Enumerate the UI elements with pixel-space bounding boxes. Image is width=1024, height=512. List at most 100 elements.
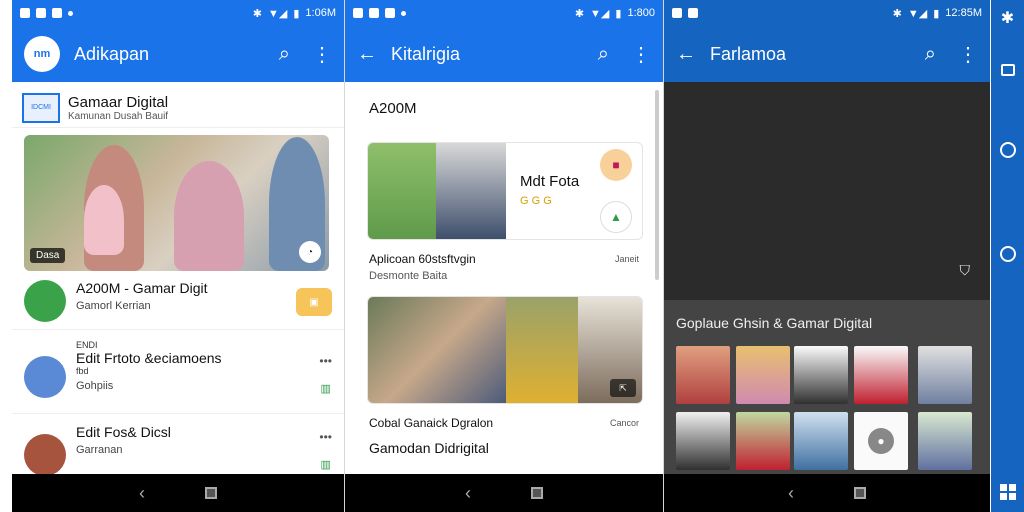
list-item-meta: fbd bbox=[76, 366, 89, 376]
app-bar: ← Kitalrigia ⌕ ⋮ bbox=[345, 26, 663, 82]
list-item-title: Edit Frtoto &eciamoens bbox=[76, 350, 222, 366]
app-title: Farlamoa bbox=[710, 43, 787, 64]
more-horiz-icon[interactable]: ••• bbox=[319, 430, 332, 444]
notification-icon bbox=[385, 8, 395, 18]
card-caption: Cobal Ganaick Dgralon bbox=[369, 416, 494, 430]
list-item-subtitle: Garranan bbox=[76, 444, 123, 456]
bluetooth-icon: ✱ bbox=[892, 7, 902, 20]
screen: ✱ ▼◢ ▮ 1:06M nm Adikapan ⌕ ⋮ IDCMI Gamaa… bbox=[0, 0, 1024, 512]
chart-icon[interactable]: ▥ bbox=[320, 458, 330, 471]
list-item-title: A200M - Gamar Digit bbox=[76, 280, 208, 296]
clock: 12:85M bbox=[945, 7, 982, 19]
signal-icon: ▼◢ bbox=[268, 7, 288, 20]
notification-icon bbox=[672, 8, 682, 18]
back-icon[interactable]: ‹ bbox=[139, 483, 145, 504]
baby-figure bbox=[84, 185, 124, 255]
header-subtitle: Kamunan Dusah Bauif bbox=[68, 110, 169, 122]
list-item[interactable]: Edit Fos& Dicsl Garranan ••• ▥ bbox=[12, 424, 344, 476]
status-bar: ✱ ▼◢ ▮ 1:06M bbox=[12, 0, 344, 26]
bluetooth-icon: ✱ bbox=[574, 7, 585, 20]
list-item-subtitle: Gohpiis bbox=[76, 380, 114, 392]
list-item[interactable]: A200M - Gamar Digit Gamorl Kerrian ▣ bbox=[12, 280, 344, 330]
notification-icon bbox=[52, 8, 62, 18]
gallery-thumb[interactable] bbox=[736, 346, 790, 404]
search-icon[interactable]: ⌕ bbox=[925, 43, 936, 66]
home-icon[interactable] bbox=[531, 487, 543, 499]
avatar bbox=[24, 280, 66, 322]
family-photo[interactable]: Dasa ◔ bbox=[24, 135, 329, 271]
person-figure bbox=[174, 161, 244, 271]
side-nav-bar: ✱ bbox=[991, 0, 1024, 512]
phone-panel-2: ✱ ▼◢ ▮ 1:800 ← Kitalrigia ⌕ ⋮ A200M Mdt … bbox=[345, 0, 663, 512]
app-logo[interactable]: nm bbox=[24, 36, 60, 72]
arrow-back-icon[interactable]: ← bbox=[357, 43, 377, 66]
nav-bar: ‹ bbox=[664, 474, 990, 512]
shield-icon[interactable]: ⛉ bbox=[960, 262, 971, 279]
status-bar: ✱ ▼◢ ▮ 1:800 bbox=[345, 0, 663, 26]
gallery-thumb[interactable] bbox=[794, 346, 848, 404]
card-dots: G G G bbox=[520, 195, 552, 207]
status-bar: ✱ ▼◢ ▮ 12:85M bbox=[664, 0, 990, 26]
more-horiz-icon[interactable]: ••• bbox=[319, 354, 332, 368]
nav-bar: ‹ bbox=[12, 474, 344, 512]
card-meta: Cancor bbox=[609, 418, 639, 428]
list-item-title: Edit Fos& Dicsl bbox=[76, 424, 171, 440]
recents-icon[interactable] bbox=[1000, 64, 1015, 76]
bookmark-button[interactable]: ■ bbox=[600, 149, 632, 181]
battery-icon: ▮ bbox=[933, 7, 940, 20]
header-badge: IDCMI bbox=[22, 92, 60, 123]
home-icon[interactable] bbox=[205, 487, 217, 499]
footer-title: Gamodan Didrigital bbox=[369, 440, 489, 456]
media-card[interactable]: ⇱ bbox=[367, 296, 643, 404]
arrow-back-icon[interactable]: ← bbox=[676, 43, 696, 66]
phone-panel-3: ✱ ▼◢ ▮ 12:85M ← Farlamoa ⌕ ⋮ ⛉ Goplaue G… bbox=[664, 0, 990, 512]
notification-icon bbox=[369, 8, 379, 18]
gallery-thumb[interactable] bbox=[676, 412, 730, 470]
chart-icon[interactable]: ▥ bbox=[320, 382, 330, 395]
camera-icon: ● bbox=[868, 428, 894, 454]
dot-icon bbox=[68, 10, 73, 16]
gallery-thumb[interactable] bbox=[794, 412, 848, 470]
more-vert-icon[interactable]: ⋮ bbox=[958, 42, 978, 67]
list-item[interactable]: ENDI Edit Frtoto &eciamoens fbd Gohpiis … bbox=[12, 340, 344, 414]
header-card[interactable]: IDCMI Gamaar Digital Kamunan Dusah Bauif bbox=[12, 88, 344, 128]
gallery-thumb[interactable] bbox=[736, 412, 790, 470]
search-icon[interactable]: ⌕ bbox=[598, 43, 609, 66]
back-icon[interactable]: ‹ bbox=[465, 483, 471, 504]
gallery-thumb[interactable]: ● bbox=[854, 412, 908, 470]
scrollbar[interactable] bbox=[655, 90, 659, 280]
app-bar: ← Farlamoa ⌕ ⋮ bbox=[664, 26, 990, 82]
app-title: Kitalrigia bbox=[391, 43, 461, 64]
play-icon[interactable]: ◔ bbox=[299, 241, 321, 263]
more-vert-icon[interactable]: ⋮ bbox=[631, 42, 651, 67]
viewer-area[interactable]: ⛉ bbox=[664, 82, 990, 300]
media-card[interactable]: Mdt Fota G G G ■ ▲ bbox=[367, 142, 643, 240]
gallery-thumb[interactable] bbox=[918, 346, 972, 404]
child-photo bbox=[368, 143, 436, 239]
gallery-thumb[interactable] bbox=[676, 346, 730, 404]
clock: 1:800 bbox=[627, 7, 655, 19]
app-bar: nm Adikapan ⌕ ⋮ bbox=[12, 26, 344, 82]
home-icon[interactable] bbox=[854, 487, 866, 499]
card-meta: Desmonte Baita bbox=[369, 270, 448, 282]
share-button[interactable]: ▲ bbox=[600, 201, 632, 233]
signal-icon: ▼◢ bbox=[590, 7, 610, 20]
home-circle-icon[interactable] bbox=[999, 142, 1016, 158]
gallery-thumb[interactable] bbox=[918, 412, 972, 470]
app-title: Adikapan bbox=[74, 43, 150, 64]
notification-icon bbox=[36, 8, 46, 18]
expand-icon[interactable]: ⇱ bbox=[610, 379, 636, 397]
download-button[interactable]: ▣ bbox=[296, 288, 332, 316]
gallery-thumb[interactable] bbox=[854, 346, 908, 404]
gallery-title: Goplaue Ghsin & Gamar Digital bbox=[676, 315, 873, 331]
header-title: Gamaar Digital bbox=[68, 93, 169, 111]
apps-grid-icon[interactable] bbox=[999, 484, 1016, 500]
home-circle-icon[interactable] bbox=[999, 246, 1016, 262]
search-icon[interactable]: ⌕ bbox=[279, 43, 290, 66]
phone-panel-1: ✱ ▼◢ ▮ 1:06M nm Adikapan ⌕ ⋮ IDCMI Gamaa… bbox=[12, 0, 344, 512]
more-vert-icon[interactable]: ⋮ bbox=[312, 42, 332, 67]
dot-icon bbox=[401, 10, 406, 16]
family-photo bbox=[368, 297, 506, 403]
list-item-subtitle: Gamorl Kerrian bbox=[76, 300, 151, 312]
back-icon[interactable]: ‹ bbox=[788, 483, 794, 504]
